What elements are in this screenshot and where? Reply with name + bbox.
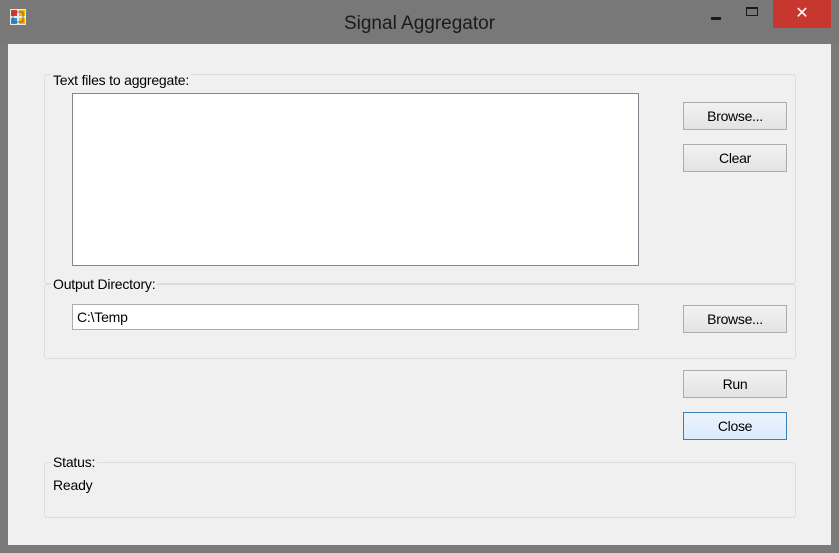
output-directory-field[interactable]: C:\Temp xyxy=(72,304,639,330)
files-group-label: Text files to aggregate: xyxy=(51,72,192,88)
client-area: Text files to aggregate: Browse... Clear… xyxy=(8,44,831,545)
output-browse-button[interactable]: Browse... xyxy=(683,305,787,333)
maximize-button[interactable] xyxy=(738,0,768,30)
status-group xyxy=(44,462,796,518)
run-button[interactable]: Run xyxy=(683,370,787,398)
clear-button[interactable]: Clear xyxy=(683,144,787,172)
close-icon: ✕ xyxy=(795,5,809,22)
title-bar[interactable]: Signal Aggregator ✕ xyxy=(0,0,839,44)
close-button[interactable]: Close xyxy=(683,412,787,440)
status-group-label: Status: xyxy=(51,454,98,470)
close-window-button[interactable]: ✕ xyxy=(773,0,831,28)
output-group-label: Output Directory: xyxy=(51,276,158,292)
status-text: Ready xyxy=(53,477,93,493)
files-listbox[interactable] xyxy=(72,93,639,266)
minimize-button[interactable] xyxy=(702,0,732,30)
app-window: Signal Aggregator ✕ Text files to aggreg… xyxy=(0,0,839,553)
files-browse-button[interactable]: Browse... xyxy=(683,102,787,130)
